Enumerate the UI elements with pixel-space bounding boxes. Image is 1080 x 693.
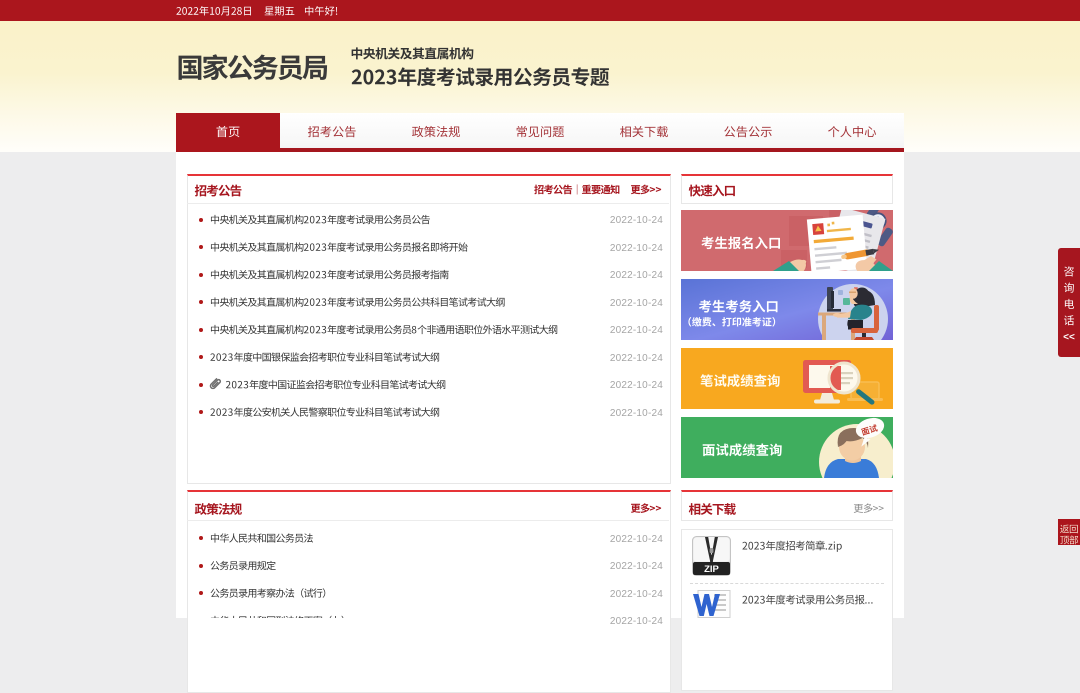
svg-text:ZIP: ZIP	[704, 564, 719, 575]
